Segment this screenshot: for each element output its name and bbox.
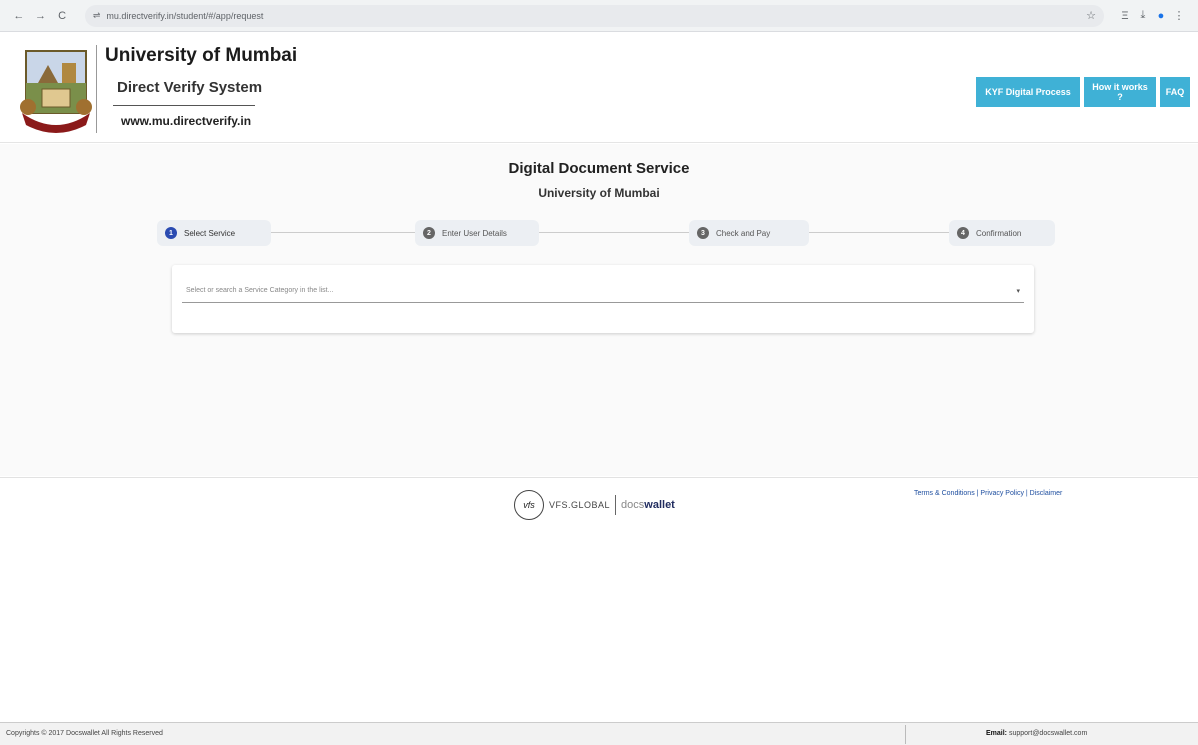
main-content: Digital Document Service University of M… — [0, 144, 1198, 476]
service-category-select[interactable]: Select or search a Service Category in t… — [182, 279, 1024, 303]
chevron-down-icon[interactable]: ▾ — [1016, 287, 1020, 295]
step-number: 3 — [697, 227, 709, 239]
university-crest-logo — [20, 50, 92, 133]
step-number: 4 — [957, 227, 969, 239]
university-name: University of Mumbai — [105, 45, 298, 66]
email-label: Email: — [986, 730, 1008, 737]
title-underline — [113, 105, 255, 106]
service-select-card: Select or search a Service Category in t… — [172, 265, 1034, 333]
system-name: Direct Verify System — [117, 79, 263, 96]
browser-toolbar: ← → C ⇌ mu.directverify.in/student/#/app… — [0, 0, 1198, 32]
docswallet-docs: docs — [621, 499, 645, 511]
browser-tools: Ξ ⤓ ● ⋮ — [1116, 9, 1188, 22]
bookmark-star-icon[interactable]: ☆ — [1086, 9, 1096, 22]
step-number: 2 — [423, 227, 435, 239]
step-number: 1 — [165, 227, 177, 239]
step-label: Check and Pay — [716, 228, 771, 238]
address-bar[interactable]: ⇌ mu.directverify.in/student/#/app/reque… — [84, 4, 1104, 27]
step-label: Enter User Details — [442, 228, 507, 238]
footer-links[interactable]: Terms & Conditions | Privacy Policy | Di… — [914, 490, 1062, 497]
translate-icon[interactable]: Ξ — [1116, 10, 1134, 22]
bottom-divider — [905, 725, 906, 744]
url-text: mu.directverify.in/student/#/app/request — [106, 10, 264, 21]
partner-logos: vfs VFS.GLOBAL docs wallet — [514, 490, 675, 520]
step-label: Confirmation — [976, 228, 1022, 238]
website-url: www.mu.directverify.in — [121, 114, 252, 128]
progress-stepper: 1 Select Service 2 Enter User Details 3 … — [157, 220, 1057, 246]
step-enter-user-details[interactable]: 2 Enter User Details — [415, 220, 539, 246]
step-label: Select Service — [184, 228, 236, 238]
reload-icon[interactable]: C — [53, 7, 71, 25]
back-icon[interactable]: ← — [10, 7, 28, 25]
menu-icon[interactable]: ⋮ — [1170, 9, 1188, 22]
kyf-digital-process-button[interactable]: KYF Digital Process — [976, 77, 1080, 107]
profile-icon[interactable]: ● — [1152, 10, 1170, 22]
bottom-bar: Copyrights © 2017 Docswallet All Rights … — [0, 722, 1198, 745]
copyright-text: Copyrights © 2017 Docswallet All Rights … — [6, 730, 163, 737]
forward-icon[interactable]: → — [32, 7, 50, 25]
site-info-icon[interactable]: ⇌ — [93, 10, 101, 21]
step-confirmation[interactable]: 4 Confirmation — [949, 220, 1055, 246]
step-connector — [809, 232, 949, 233]
support-email: Email: support@docswallet.com — [986, 730, 1087, 737]
docswallet-wallet: wallet — [644, 499, 675, 511]
page-subtitle: University of Mumbai — [538, 186, 660, 200]
step-connector — [539, 232, 689, 233]
site-header: University of Mumbai Direct Verify Syste… — [0, 33, 1198, 143]
logo-divider — [615, 495, 617, 515]
download-icon[interactable]: ⤓ — [1134, 9, 1152, 22]
page-title: Digital Document Service — [508, 160, 690, 177]
step-check-and-pay[interactable]: 3 Check and Pay — [689, 220, 809, 246]
site-footer: vfs VFS.GLOBAL docs wallet Terms & Condit… — [0, 477, 1198, 722]
vfs-global-text: VFS.GLOBAL — [549, 500, 611, 510]
email-value[interactable]: support@docswallet.com — [1009, 730, 1087, 737]
step-connector — [271, 232, 415, 233]
faq-button[interactable]: FAQ — [1160, 77, 1190, 107]
header-buttons: KYF Digital Process How it works ? FAQ — [976, 77, 1190, 107]
how-it-works-button[interactable]: How it works ? — [1084, 77, 1156, 107]
header-divider — [96, 45, 97, 133]
vfs-logo-icon: vfs — [514, 490, 544, 520]
step-select-service[interactable]: 1 Select Service — [157, 220, 271, 246]
select-placeholder: Select or search a Service Category in t… — [186, 287, 334, 294]
